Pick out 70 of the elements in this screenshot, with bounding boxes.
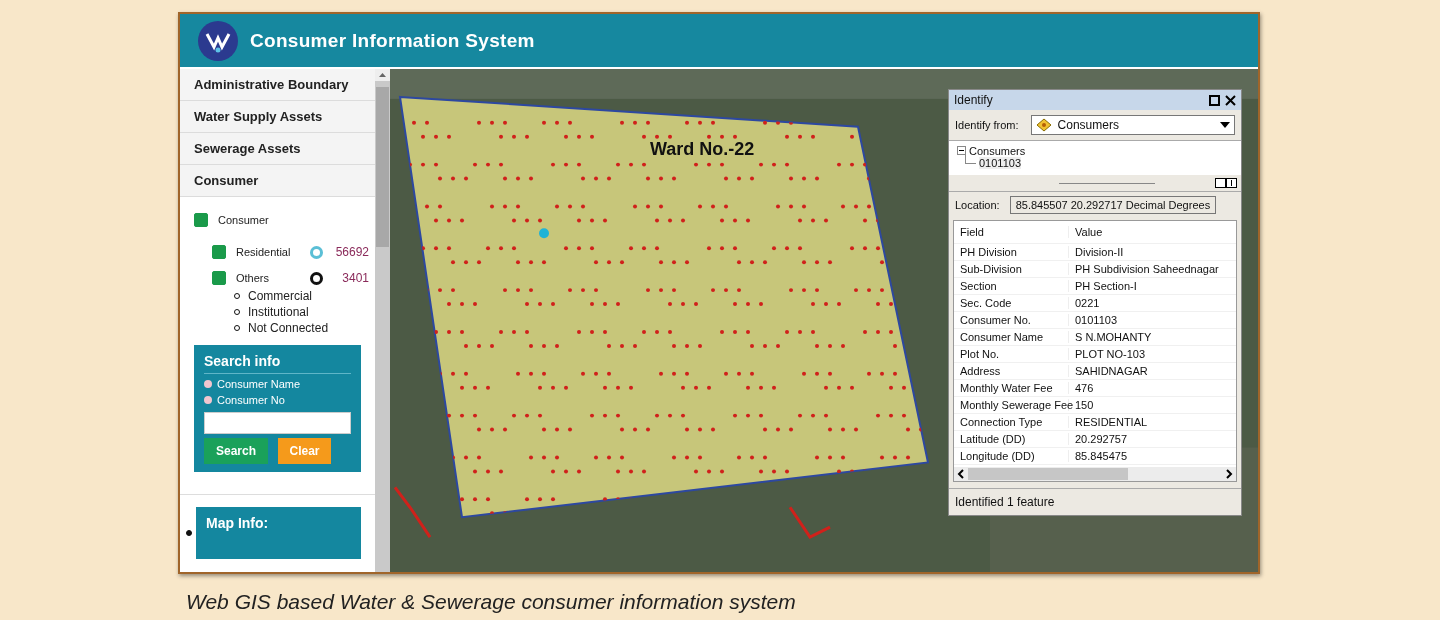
field-label: Identify from:: [955, 119, 1019, 131]
horizontal-scrollbar[interactable]: [954, 467, 1236, 481]
column-header: Field: [954, 226, 1069, 238]
logo-icon: [198, 20, 238, 61]
window-title: Identify: [954, 93, 993, 107]
panel-title: Map Info:: [206, 515, 270, 533]
field-label: Location:: [955, 199, 1000, 211]
table-cell: Latitude (DD): [954, 433, 1069, 445]
table-cell-text: 0221: [1074, 297, 1100, 309]
table-cell: Sub-Division: [954, 263, 1069, 275]
bullet-icon: [186, 530, 192, 536]
table-cell-text: PH Section-I: [1074, 280, 1137, 292]
table-cell: Address: [954, 365, 1069, 377]
subtype-label: Commercial: [248, 289, 312, 303]
checkbox[interactable]: [212, 245, 226, 259]
app-title: Consumer Information System: [250, 29, 535, 52]
caption: Web GIS based Water & Sewerage consumer information system: [185, 590, 797, 614]
view-toggle-icon[interactable]: [1215, 178, 1237, 188]
nav-item[interactable]: Consumer: [180, 165, 375, 197]
layer-label: Others: [236, 272, 270, 284]
radio-label: Consumer No: [217, 394, 285, 406]
table-cell-text: Division-II: [1074, 246, 1124, 258]
table-cell: Plot No.: [954, 348, 1069, 360]
table-cell: Consumer Name: [954, 331, 1069, 343]
layer-label: Residential: [236, 246, 292, 258]
checkbox[interactable]: [212, 271, 226, 285]
table-cell: Section: [954, 280, 1069, 292]
layer-dropdown[interactable]: Consumers: [1030, 115, 1235, 135]
diamond-icon: [1035, 118, 1052, 132]
table-cell-text: PLOT NO-103: [1074, 348, 1146, 360]
checkbox[interactable]: [194, 213, 208, 227]
search-field[interactable]: [204, 412, 351, 434]
count: 56692: [334, 245, 369, 259]
table-cell-text: PH Subdivision Saheednagar: [1074, 263, 1219, 275]
subtype-label: Not Connected: [248, 321, 329, 335]
maximize-icon[interactable]: [1209, 94, 1220, 106]
table-cell: PH Division: [954, 246, 1069, 258]
table-cell-text: 476: [1074, 382, 1094, 394]
count: 3401: [341, 271, 369, 285]
table-cell: Monthly Water Fee: [954, 382, 1069, 394]
radio-label: Consumer Name: [217, 378, 301, 390]
scrollbar[interactable]: [375, 69, 390, 572]
table-cell: Consumer No.: [954, 314, 1069, 326]
column-header: Value: [1074, 226, 1103, 238]
nav-item[interactable]: Administrative Boundary: [180, 69, 375, 101]
close-icon[interactable]: [1225, 94, 1236, 106]
location-field[interactable]: 85.845507 20.292717 Decimal Degrees: [1009, 196, 1217, 214]
scroll-up-icon[interactable]: [375, 69, 390, 81]
table-cell-text: SAHIDNAGAR: [1074, 365, 1148, 377]
map-label: Ward No.-22: [650, 139, 755, 160]
tree-item[interactable]: Consumers: [969, 145, 1026, 157]
table-cell-text: 20.292757: [1074, 433, 1127, 445]
table-cell-text: S N.MOHANTY: [1074, 331, 1152, 343]
table-cell: Longitude (DD): [954, 450, 1069, 462]
table-cell-text: RESIDENTIAL: [1074, 416, 1148, 428]
subtype-label: Institutional: [248, 305, 309, 319]
table-cell: Connection Type: [954, 416, 1069, 428]
radio-button[interactable]: [204, 380, 212, 388]
panel-title: Search info: [204, 353, 351, 374]
table-cell-text: 0101103: [1074, 314, 1117, 326]
tree-item[interactable]: 0101103: [979, 157, 1021, 169]
table-cell-text: 85.845475: [1074, 450, 1127, 462]
caret-icon: [1220, 122, 1230, 128]
table-cell: Sec. Code: [954, 297, 1069, 309]
status-text: Identified 1 feature: [955, 495, 1055, 509]
layer-label: Consumer: [218, 214, 269, 226]
nav-item[interactable]: Sewerage Assets: [180, 133, 375, 165]
nav-item[interactable]: Water Supply Assets: [180, 101, 375, 133]
radio-button[interactable]: [204, 396, 212, 404]
collapse-icon[interactable]: [957, 145, 966, 157]
